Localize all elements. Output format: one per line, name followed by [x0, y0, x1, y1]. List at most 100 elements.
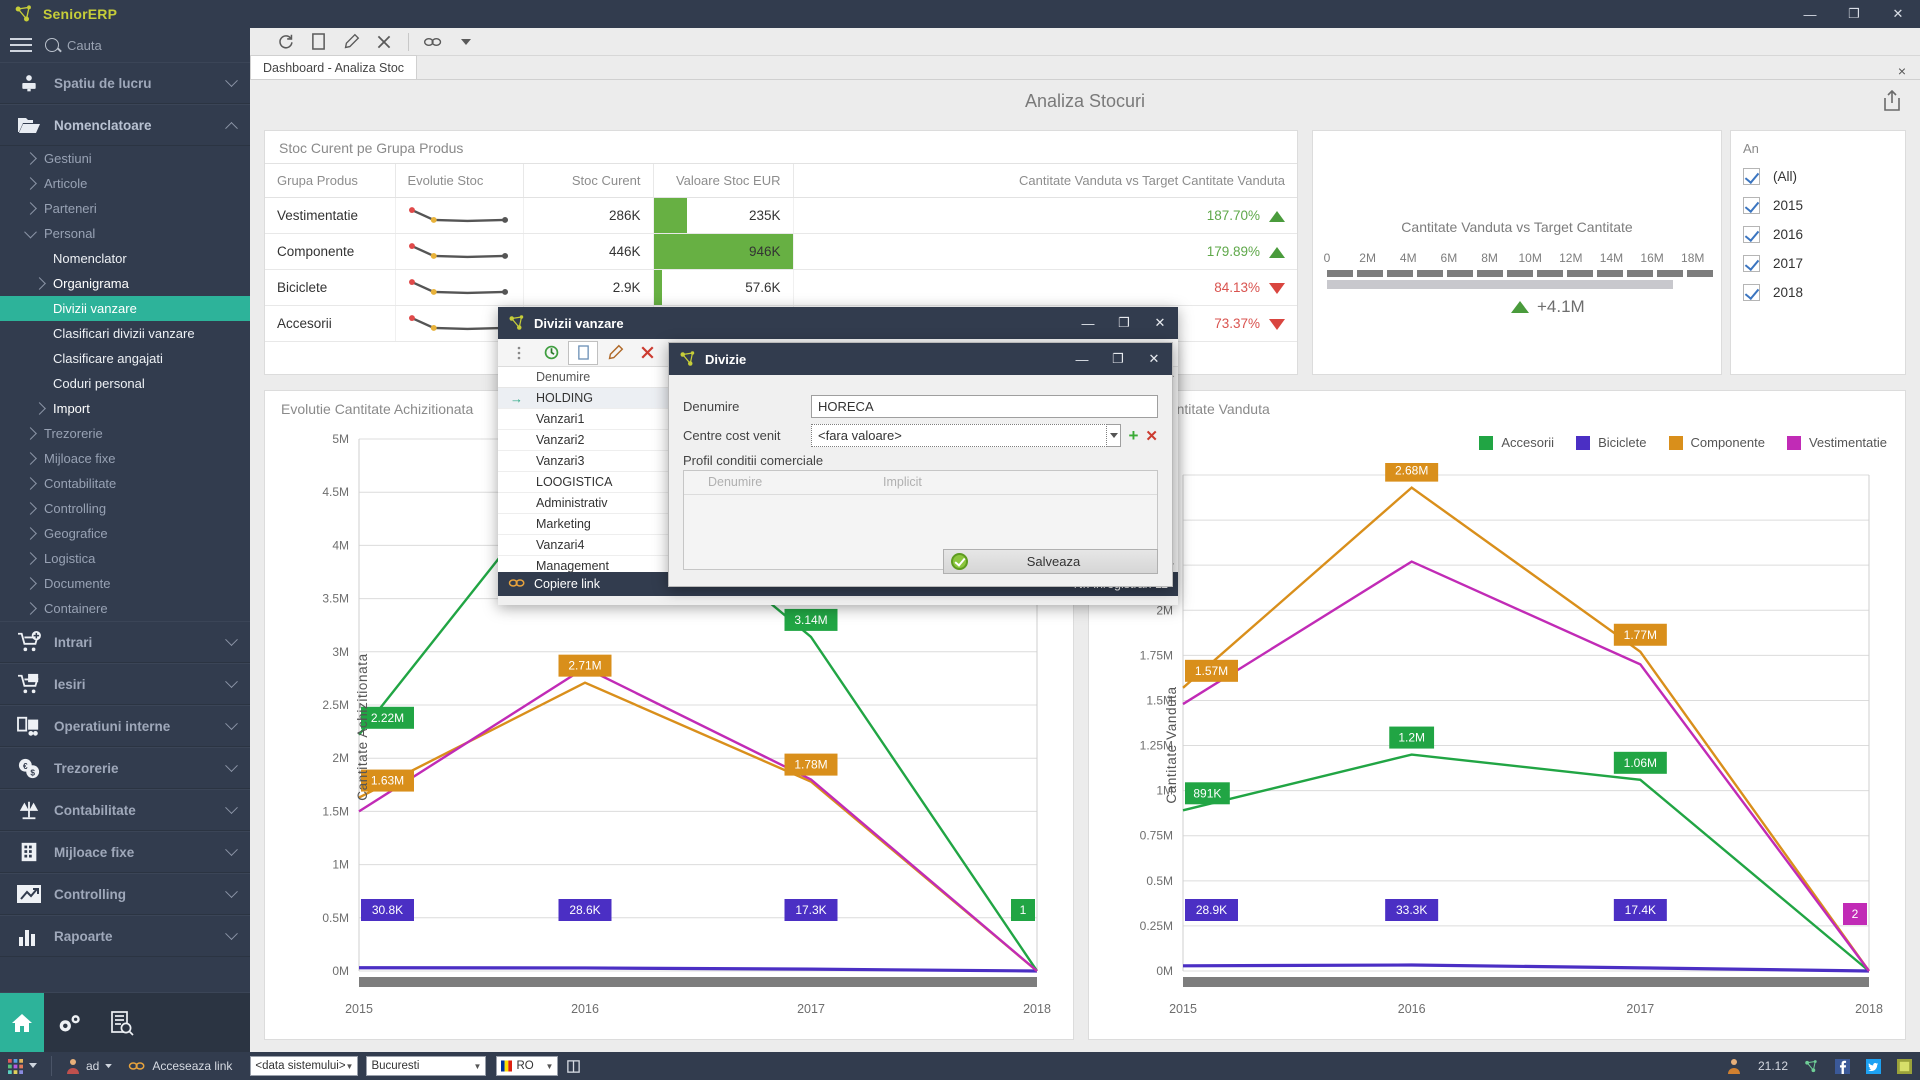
clear-button[interactable]: ✕ [1145, 427, 1158, 445]
cell-stoc-curent: 2.9K [522, 269, 653, 306]
dialog-close-button[interactable]: ✕ [1136, 343, 1172, 375]
sidebar-group-trezorerie[interactable]: € $ Trezorerie [0, 747, 250, 789]
checkbox[interactable] [1743, 226, 1760, 243]
menu-toggle-icon[interactable] [10, 38, 32, 52]
year-option-all[interactable]: (All) [1731, 162, 1905, 191]
sidebar-group-intrari[interactable]: Intrari [0, 621, 250, 663]
sidebar-item-personal[interactable]: Personal [0, 221, 250, 246]
sidebar-item-clasificari-divizii-vanzare[interactable]: Clasificari divizii vanzare [0, 321, 250, 346]
sidebar-group-mijloace-fixe[interactable]: Mijloace fixe [0, 831, 250, 873]
export-icon[interactable] [1882, 89, 1902, 115]
link-dropdown-icon[interactable] [451, 30, 481, 54]
sidebar-item-clasificare-angajati[interactable]: Clasificare angajati [0, 346, 250, 371]
dialog-minimize-button[interactable]: — [1070, 307, 1106, 339]
sidebar-item-divizii-vanzare[interactable]: Divizii vanzare [0, 296, 250, 321]
sidebar-item-import[interactable]: Import [0, 396, 250, 421]
sidebar-group-contabilitate[interactable]: Contabilitate [0, 789, 250, 831]
table-column-header[interactable]: Cantitate Vanduta vs Target Cantitate Va… [792, 163, 1297, 198]
sidebar-item-articole[interactable]: Articole [0, 171, 250, 196]
table-column-header[interactable]: Grupa Produs [265, 163, 395, 198]
legend-item-biciclete[interactable]: Biciclete [1576, 435, 1647, 450]
chart-legend: Accesorii Biciclete Componente Vestimentati… [1479, 435, 1887, 450]
checkbox[interactable] [1743, 197, 1760, 214]
year-option-2016[interactable]: 2016 [1731, 220, 1905, 249]
sidebar-group-spatiu-de-lucru[interactable]: Spatiu de lucru [0, 62, 250, 104]
add-button[interactable]: + [1128, 426, 1138, 446]
table-row[interactable]: Vestimentatie 286K 235K 187.70% [265, 197, 1297, 234]
app-tray-icon[interactable] [1889, 1052, 1920, 1080]
report-search-icon[interactable] [96, 993, 148, 1053]
sidebar-item-logistica[interactable]: Logistica [0, 546, 250, 571]
language-select[interactable]: RO ▼ [496, 1056, 559, 1076]
tab-dashboard-analiza-stoc[interactable]: Dashboard - Analiza Stoc [250, 55, 418, 79]
legend-item-accesorii[interactable]: Accesorii [1479, 435, 1554, 450]
table-column-header[interactable]: Valoare Stoc EUR [652, 163, 793, 198]
dialog-close-button[interactable]: ✕ [1142, 307, 1178, 339]
sidebar-search-row[interactable]: Cauta [0, 28, 250, 62]
legend-item-vestimentatie[interactable]: Vestimentatie [1786, 435, 1887, 450]
legend-item-componente[interactable]: Componente [1668, 435, 1765, 450]
sidebar-item-trezorerie[interactable]: Trezorerie [0, 421, 250, 446]
sidebar-group-controlling[interactable]: Controlling [0, 873, 250, 915]
table-column-header[interactable]: Stoc Curent [522, 163, 653, 198]
date-select[interactable]: <data sistemului> ▼ [250, 1056, 359, 1076]
screen-layout-button[interactable] [558, 1052, 589, 1080]
year-option-2015[interactable]: 2015 [1731, 191, 1905, 220]
chevron-down-icon[interactable] [1107, 424, 1122, 447]
sidebar-item-contabilitate[interactable]: Contabilitate [0, 471, 250, 496]
copy-link-label[interactable]: Copiere link [534, 577, 600, 591]
year-option-2017[interactable]: 2017 [1731, 249, 1905, 278]
sidebar-item-nomenclator[interactable]: Nomenclator [0, 246, 250, 271]
twitter-icon[interactable] [1858, 1052, 1889, 1080]
sidebar-item-parteneri[interactable]: Parteneri [0, 196, 250, 221]
sidebar-item-geografice[interactable]: Geografice [0, 521, 250, 546]
edit-icon[interactable] [600, 341, 630, 365]
window-minimize-button[interactable]: — [1788, 0, 1832, 28]
new-record-icon[interactable] [568, 340, 598, 365]
city-select[interactable]: Bucuresti ▼ [366, 1056, 487, 1076]
table-row[interactable]: Biciclete 2.9K 57.6K 84.13% [265, 269, 1297, 306]
acceseaza-link-button[interactable]: Acceseaza link [120, 1052, 240, 1080]
refresh-icon[interactable] [270, 30, 300, 54]
sidebar-group-iesiri[interactable]: Iesiri [0, 663, 250, 705]
year-option-2018[interactable]: 2018 [1731, 278, 1905, 307]
tab-close-button[interactable]: × [1884, 63, 1920, 79]
gears-icon[interactable] [44, 993, 96, 1053]
new-document-icon[interactable] [303, 30, 333, 54]
checkbox[interactable] [1743, 284, 1760, 301]
centre-cost-venit-field[interactable]: <fara valoare> [811, 424, 1108, 447]
checkbox[interactable] [1743, 168, 1760, 185]
dialog-maximize-button[interactable]: ❐ [1100, 343, 1136, 375]
notification-icon[interactable] [1718, 1052, 1750, 1080]
refresh-icon[interactable] [536, 341, 566, 365]
sidebar-item-coduri-personal[interactable]: Coduri personal [0, 371, 250, 396]
sidebar-item-organigrama[interactable]: Organigrama [0, 271, 250, 296]
sidebar-item-containere[interactable]: Containere [0, 596, 250, 621]
seniorerp-tray-icon[interactable] [1796, 1052, 1827, 1080]
sidebar-item-controlling[interactable]: Controlling [0, 496, 250, 521]
save-button[interactable]: Salveaza [943, 549, 1158, 574]
sidebar-item-gestiuni[interactable]: Gestiuni [0, 146, 250, 171]
dialog-minimize-button[interactable]: — [1064, 343, 1100, 375]
user-menu[interactable]: ad [58, 1052, 120, 1080]
delete-icon[interactable] [369, 30, 399, 54]
link-icon[interactable] [418, 30, 448, 54]
search-input[interactable]: Cauta [67, 38, 102, 53]
sidebar-group-rapoarte[interactable]: Rapoarte [0, 915, 250, 957]
sidebar-item-mijloace-fixe[interactable]: Mijloace fixe [0, 446, 250, 471]
window-close-button[interactable]: ✕ [1876, 0, 1920, 28]
start-button[interactable] [0, 1052, 45, 1080]
sidebar-group-nomenclatoare[interactable]: Nomenclatoare [0, 104, 250, 146]
table-column-header[interactable]: Evolutie Stoc [394, 163, 523, 198]
facebook-icon[interactable] [1827, 1052, 1858, 1080]
sidebar-group-operatiuni-interne[interactable]: Operatiuni interne [0, 705, 250, 747]
dialog-maximize-button[interactable]: ❐ [1106, 307, 1142, 339]
home-icon[interactable] [0, 992, 44, 1053]
sidebar-item-documente[interactable]: Documente [0, 571, 250, 596]
delete-icon[interactable] [632, 341, 662, 365]
checkbox[interactable] [1743, 255, 1760, 272]
denumire-field[interactable]: HORECA [811, 395, 1158, 418]
table-row[interactable]: Componente 446K 946K 179.89% [265, 233, 1297, 270]
window-maximize-button[interactable]: ❐ [1832, 0, 1876, 28]
edit-icon[interactable] [336, 30, 366, 54]
